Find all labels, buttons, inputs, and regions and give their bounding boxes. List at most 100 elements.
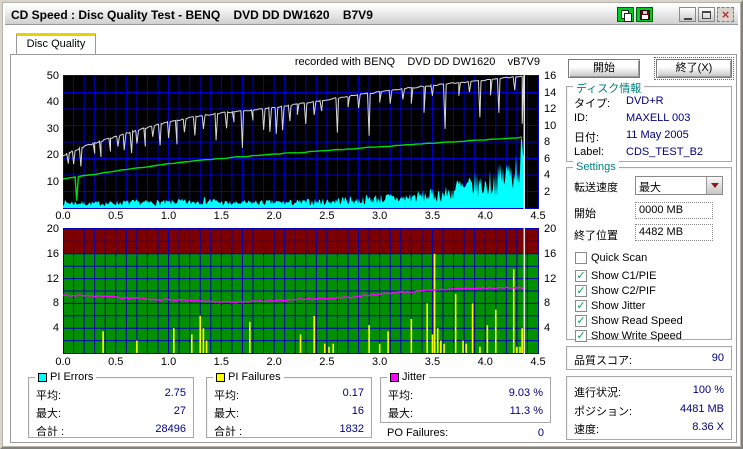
total-label: 合計 : <box>36 426 65 438</box>
total-value: 28496 <box>155 423 186 435</box>
recorded-with-caption: recorded with BENQ DVD DD DW1620 vB7V9 <box>294 56 540 68</box>
date-label: 日付: <box>574 132 600 144</box>
type-value: DVD+R <box>626 95 664 107</box>
start-position-input[interactable]: 0000 MB <box>635 202 713 219</box>
avg-label: 平均: <box>36 390 62 402</box>
close-button[interactable]: × <box>717 7 734 22</box>
exit-button[interactable]: 終了(X) <box>654 57 734 80</box>
quality-score-label: 品質スコア: <box>574 355 633 367</box>
axis-tick-label: 10 <box>544 119 557 132</box>
axis-tick-label: 4 <box>544 322 551 335</box>
progress-group: 進行状況: 100 % ポジション: 4481 MB 速度: 8.36 X <box>566 376 732 440</box>
titlebar-buttons: × <box>617 7 738 22</box>
disc-info-title: ディスク情報 <box>573 80 645 96</box>
label-value: CDS_TEST_B2 <box>626 146 704 158</box>
minimize-icon <box>683 17 692 20</box>
po-failures-row: PO Failures: 0 <box>387 427 544 441</box>
avg-value: 9.03 % <box>508 387 543 399</box>
checkbox-label: Quick Scan <box>591 252 648 264</box>
checkbox-show-write-speed[interactable]: ✓ Show Write Speed <box>575 329 682 343</box>
copy-document-icon <box>621 9 632 22</box>
dropdown-button[interactable] <box>706 177 722 194</box>
checkbox-box[interactable] <box>575 252 587 264</box>
tab-disc-quality[interactable]: Disc Quality <box>16 33 96 54</box>
checkbox-label: Show C1/PIE <box>591 270 657 282</box>
axis-tick-label: 4 <box>52 322 59 335</box>
pi-errors-legend-swatch <box>38 372 47 382</box>
speed-stat-label: 速度: <box>574 424 600 436</box>
speed-label: 転送速度 <box>574 182 618 194</box>
max-label: 最大: <box>388 408 414 420</box>
checkbox-quick-scan[interactable]: Quick Scan <box>575 251 647 265</box>
checkbox-box[interactable]: ✓ <box>575 285 587 297</box>
max-value: 16 <box>351 405 364 417</box>
end-position-input[interactable]: 4482 MB <box>635 224 713 241</box>
axis-tick-label: 16 <box>544 247 557 260</box>
axis-tick-label: 3.5 <box>424 356 441 368</box>
axis-tick-label: 4.5 <box>530 210 546 222</box>
total-value: 1832 <box>339 423 364 435</box>
axis-tick-label: 0.5 <box>108 356 124 368</box>
checkbox-show-read-speed[interactable]: ✓ Show Read Speed <box>575 314 683 328</box>
axis-tick-label: 30 <box>46 122 59 135</box>
axis-tick-label: 6 <box>544 152 551 165</box>
app-window: CD Speed : Disc Quality Test - BENQ DVD … <box>0 0 743 449</box>
axis-tick-label: 10 <box>46 175 59 188</box>
save-button[interactable] <box>636 7 653 22</box>
axis-tick-label: 20 <box>544 223 557 235</box>
max-value: 27 <box>173 405 186 417</box>
window-title: CD Speed : Disc Quality Test - BENQ DVD … <box>11 7 373 22</box>
pi-failures-jitter-chart <box>63 228 539 354</box>
save-icon <box>639 9 650 20</box>
label-label: Label: <box>574 146 604 158</box>
position-value: 4481 MB <box>679 403 724 415</box>
minimize-button[interactable] <box>679 7 696 22</box>
axis-tick-label: 8 <box>544 136 551 148</box>
axis-tick-label: 2.0 <box>266 210 282 222</box>
checkbox-box[interactable]: ✓ <box>575 300 587 312</box>
checkbox-show-c1-pie[interactable]: ✓ Show C1/PIE <box>575 269 656 283</box>
pi-errors-group: PI Errors 平均: 2.75 最大: 27 合計 : 28496 <box>28 371 194 438</box>
end-pos-label: 終了位置 <box>574 230 618 242</box>
checkbox-box[interactable]: ✓ <box>575 270 587 282</box>
axis-tick-label: 2 <box>544 185 551 198</box>
pi-failures-title: PI Failures <box>228 371 281 383</box>
maximize-button[interactable] <box>698 7 715 22</box>
pi-errors-title: PI Errors <box>50 371 94 383</box>
checkbox-box[interactable]: ✓ <box>575 315 587 327</box>
start-pos-label: 開始 <box>574 208 596 220</box>
axis-tick-label: 1.0 <box>160 356 177 368</box>
id-label: ID: <box>574 112 589 124</box>
checkbox-label: Show C2/PIF <box>591 285 656 297</box>
jitter-legend-swatch <box>390 372 399 382</box>
titlebar: CD Speed : Disc Quality Test - BENQ DVD … <box>5 5 738 25</box>
disc-quality-page: recorded with BENQ DVD DD DW1620 vB7V9 0… <box>10 54 737 443</box>
jitter-title: Jitter <box>402 371 426 383</box>
axis-tick-label: 16 <box>46 247 59 260</box>
avg-label: 平均: <box>214 390 240 402</box>
checkbox-show-c2-pif[interactable]: ✓ Show C2/PIF <box>575 284 656 298</box>
axis-tick-label: 2.5 <box>319 356 335 368</box>
copy-button[interactable] <box>617 7 634 22</box>
axis-tick-label: 8 <box>544 297 551 310</box>
axis-tick-label: 0.5 <box>108 210 124 222</box>
po-failures-label: PO Failures: <box>387 427 449 439</box>
max-value: 11.3 % <box>509 405 543 417</box>
checkbox-box[interactable]: ✓ <box>575 330 587 342</box>
axis-tick-label: 20 <box>46 223 59 235</box>
quality-score-group: 品質スコア: 90 <box>566 346 732 370</box>
pi-errors-speed-chart <box>63 75 539 209</box>
axis-tick-label: 16 <box>544 70 557 82</box>
checkbox-show-jitter[interactable]: ✓ Show Jitter <box>575 299 645 313</box>
disc-info-group: ディスク情報 タイプ: DVD+R ID: MAXELL 003 日付: 11 May… <box>566 80 732 162</box>
date-value: 11 May 2005 <box>626 129 689 141</box>
pi-failures-group: PI Failures 平均: 0.17 最大: 16 合計 : 1832 <box>206 371 372 438</box>
start-button[interactable]: 開始 <box>568 59 640 78</box>
axis-tick-label: 1.0 <box>160 210 177 222</box>
axis-tick-label: 2.5 <box>319 210 335 222</box>
checkbox-label: Show Write Speed <box>591 330 682 342</box>
axis-tick-label: 3.5 <box>424 210 441 222</box>
speed-select[interactable]: 最大 <box>635 176 723 195</box>
id-value: MAXELL 003 <box>626 112 691 124</box>
speed-stat-value: 8.36 X <box>692 421 724 433</box>
